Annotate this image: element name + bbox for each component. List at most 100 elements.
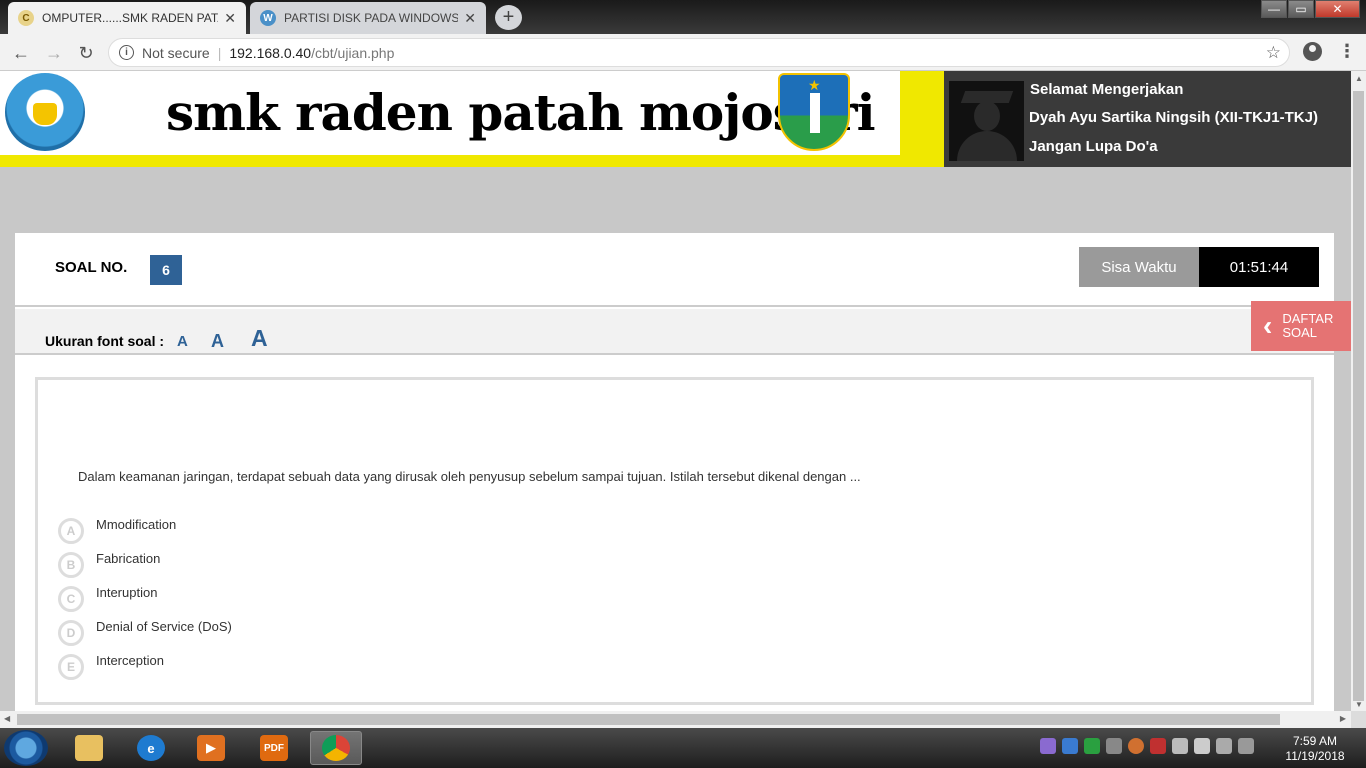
option-e[interactable]: E Interception bbox=[58, 646, 164, 680]
option-text: Denial of Service (DoS) bbox=[96, 618, 232, 634]
tab-strip: C OMPUTER......SMK RADEN PATAH ✕ W PARTI… bbox=[0, 0, 1366, 34]
system-tray bbox=[1040, 738, 1254, 754]
font-small-button[interactable]: A bbox=[177, 333, 188, 350]
question-number-badge: 6 bbox=[150, 255, 182, 285]
menu-icon[interactable]: ⋮ bbox=[1338, 41, 1356, 62]
exam-card: SOAL NO. 6 Sisa Waktu 01:51:44 Ukuran fo… bbox=[15, 233, 1334, 711]
vertical-scrollbar[interactable]: ▲ ▼ bbox=[1351, 71, 1366, 711]
option-text: Interuption bbox=[96, 584, 158, 600]
option-b[interactable]: B Fabrication bbox=[58, 544, 160, 578]
scroll-up-icon[interactable]: ▲ bbox=[1355, 74, 1363, 83]
internet-explorer-icon: e bbox=[137, 735, 165, 761]
tab-title: OMPUTER......SMK RADEN PATAH bbox=[42, 11, 219, 25]
school-title: smk raden patah mojosari bbox=[166, 83, 876, 142]
scroll-corner bbox=[1351, 711, 1366, 728]
chrome-taskbar-button[interactable] bbox=[310, 731, 362, 765]
maximize-button[interactable]: ▭ bbox=[1288, 0, 1314, 18]
clock-date: 11/19/2018 bbox=[1285, 749, 1345, 763]
header-stripe-right bbox=[900, 71, 944, 167]
pdf-taskbar-button[interactable]: PDF bbox=[248, 731, 300, 765]
tray-network-icon[interactable] bbox=[1106, 738, 1122, 754]
option-a[interactable]: A Mmodification bbox=[58, 510, 176, 544]
account-icon[interactable] bbox=[1303, 42, 1322, 61]
info-icon[interactable]: i bbox=[119, 45, 134, 60]
windows-start-icon[interactable] bbox=[4, 730, 48, 766]
option-letter[interactable]: D bbox=[58, 620, 84, 646]
user-panel: Selamat Mengerjakan Dyah Ayu Sartika Nin… bbox=[944, 71, 1351, 167]
tab-exam[interactable]: C OMPUTER......SMK RADEN PATAH ✕ bbox=[8, 2, 246, 34]
page-header: smk raden patah mojosari ★ Selamat Menge… bbox=[0, 71, 1351, 167]
close-icon[interactable]: ✕ bbox=[224, 10, 236, 27]
option-text: Mmodification bbox=[96, 516, 177, 532]
option-text: Interception bbox=[96, 652, 164, 668]
timer: 01:51:44 bbox=[1199, 247, 1319, 287]
tut-wuri-logo-icon bbox=[5, 73, 85, 151]
chrome-icon bbox=[322, 735, 350, 761]
font-size-label: Ukuran font soal : bbox=[45, 333, 165, 349]
explorer-taskbar-button[interactable] bbox=[63, 731, 115, 765]
scroll-left-icon[interactable]: ◀ bbox=[4, 714, 10, 723]
option-letter[interactable]: B bbox=[58, 552, 84, 578]
url-host: 192.168.0.40 bbox=[229, 44, 312, 61]
tray-power-icon[interactable] bbox=[1238, 738, 1254, 754]
close-icon[interactable]: ✕ bbox=[464, 10, 476, 27]
option-c[interactable]: C Interuption bbox=[58, 578, 157, 612]
clock-time: 7:59 AM bbox=[1292, 734, 1338, 748]
tray-antivirus-icon[interactable] bbox=[1128, 738, 1144, 754]
tray-speaker-icon[interactable] bbox=[1150, 738, 1166, 754]
reminder: Jangan Lupa Do'a bbox=[1029, 138, 1158, 155]
reload-icon[interactable]: ↻ bbox=[75, 42, 97, 64]
remaining-time-label: Sisa Waktu bbox=[1079, 247, 1199, 287]
browser-toolbar: ← → ↻ i Not secure | 192.168.0.40/cbt/uj… bbox=[0, 34, 1366, 71]
question-number-label: SOAL NO. bbox=[55, 259, 128, 276]
wordpress-icon: W bbox=[260, 10, 276, 26]
avatar bbox=[949, 81, 1024, 161]
tray-monitor-icon[interactable] bbox=[1062, 738, 1078, 754]
ie-taskbar-button[interactable]: e bbox=[125, 731, 177, 765]
question-list-label-1: DAFTAR bbox=[1282, 311, 1334, 326]
media-player-icon: ▶ bbox=[197, 735, 225, 761]
taskbar: e ▶ PDF 7:59 AM 11/19/2018 bbox=[0, 728, 1366, 768]
page-viewport: smk raden patah mojosari ★ Selamat Menge… bbox=[0, 71, 1351, 711]
tab-title: PARTISI DISK PADA WINDOWS 7 bbox=[284, 11, 459, 25]
tray-display-icon[interactable] bbox=[1216, 738, 1232, 754]
font-medium-button[interactable]: A bbox=[211, 331, 224, 352]
question-text: Dalam keamanan jaringan, terdapat sebuah… bbox=[78, 469, 861, 484]
security-status: Not secure bbox=[142, 44, 210, 61]
tray-green-icon[interactable] bbox=[1084, 738, 1100, 754]
option-letter[interactable]: E bbox=[58, 654, 84, 680]
back-icon[interactable]: ← bbox=[10, 42, 32, 64]
window-close-button[interactable]: ✕ bbox=[1315, 0, 1360, 18]
greeting: Selamat Mengerjakan bbox=[1030, 81, 1184, 98]
scroll-right-icon[interactable]: ▶ bbox=[1340, 714, 1346, 723]
option-letter[interactable]: C bbox=[58, 586, 84, 612]
question-list-button[interactable]: ‹ DAFTAR SOAL bbox=[1251, 301, 1351, 351]
minimize-button[interactable]: — bbox=[1261, 0, 1287, 18]
school-logo-icon: C bbox=[18, 10, 34, 26]
option-letter[interactable]: A bbox=[58, 518, 84, 544]
chevron-left-icon: ‹ bbox=[1263, 310, 1273, 341]
pdf-icon: PDF bbox=[260, 735, 288, 761]
tray-app-icon[interactable] bbox=[1040, 738, 1056, 754]
question-list-label-2: SOAL bbox=[1282, 325, 1318, 340]
option-d[interactable]: D Denial of Service (DoS) bbox=[58, 612, 232, 646]
taskbar-clock[interactable]: 7:59 AM 11/19/2018 bbox=[1275, 734, 1355, 764]
font-large-button[interactable]: A bbox=[251, 325, 268, 352]
scroll-thumb[interactable] bbox=[17, 714, 1280, 725]
address-bar[interactable]: i Not secure | 192.168.0.40/cbt/ujian.ph… bbox=[108, 38, 1290, 67]
exam-topbar: SOAL NO. 6 Sisa Waktu 01:51:44 bbox=[15, 233, 1334, 307]
horizontal-scrollbar[interactable]: ◀ ▶ bbox=[0, 711, 1351, 728]
tab-partisi[interactable]: W PARTISI DISK PADA WINDOWS 7 ✕ bbox=[250, 2, 486, 34]
forward-icon[interactable]: → bbox=[43, 42, 65, 64]
tray-volume-muted-icon[interactable] bbox=[1194, 738, 1210, 754]
new-tab-button[interactable]: + bbox=[495, 5, 522, 30]
header-stripe bbox=[0, 155, 944, 167]
tray-flag-icon[interactable] bbox=[1172, 738, 1188, 754]
media-taskbar-button[interactable]: ▶ bbox=[185, 731, 237, 765]
scroll-down-icon[interactable]: ▼ bbox=[1355, 700, 1363, 709]
bookmark-star-icon[interactable]: ☆ bbox=[1266, 43, 1281, 63]
folder-icon bbox=[75, 735, 103, 761]
option-text: Fabrication bbox=[96, 550, 161, 566]
scroll-thumb[interactable] bbox=[1353, 91, 1364, 701]
font-size-bar: Ukuran font soal : A A A bbox=[15, 309, 1334, 355]
